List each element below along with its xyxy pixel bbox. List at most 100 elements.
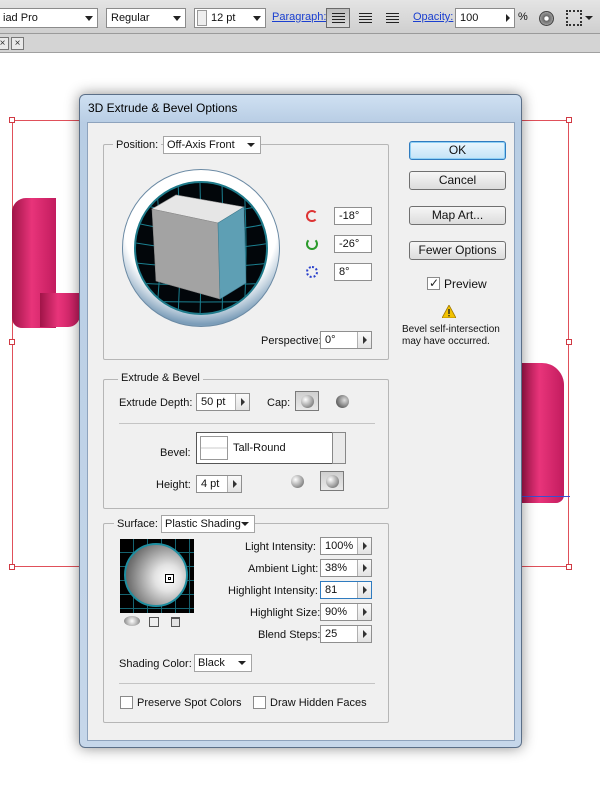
align-center-button[interactable] (353, 8, 377, 28)
blend-steps-label: Blend Steps: (258, 629, 321, 641)
shading-color-label: Shading Color: (119, 658, 192, 670)
bevel-select[interactable]: Tall-Round (196, 432, 346, 464)
surface-label: Surface: (114, 518, 161, 530)
bevel-in-button[interactable] (320, 471, 344, 491)
chevron-right-icon[interactable] (235, 394, 249, 410)
position-select[interactable]: Off-Axis Front (163, 136, 261, 154)
bevel-select-value: Tall-Round (233, 442, 286, 454)
selection-handle[interactable] (566, 117, 572, 123)
selection-handle[interactable] (9, 117, 15, 123)
align-center-icon (359, 13, 372, 23)
new-light-icon[interactable] (149, 617, 159, 627)
highlight-size-input[interactable]: 90% (320, 603, 372, 621)
cancel-button[interactable]: Cancel (409, 171, 506, 190)
control-bar: iad Pro Regular 12 pt Paragraph: Opacity… (0, 0, 600, 34)
perspective-label: Perspective: (261, 335, 322, 347)
perspective-value: 0° (325, 334, 336, 346)
paragraph-link[interactable]: Paragraph: (272, 11, 326, 23)
extrude-depth-input[interactable]: 50 pt (196, 393, 250, 411)
document-tab-bar: × × (0, 34, 600, 53)
chevron-right-icon[interactable] (357, 604, 371, 620)
ambient-light-label: Ambient Light: (248, 563, 319, 575)
chevron-right-icon[interactable] (357, 626, 371, 642)
recolor-icon[interactable] (539, 11, 554, 26)
font-family-value: iad Pro (3, 12, 38, 24)
height-input[interactable]: 4 pt (196, 475, 242, 493)
chevron-down-icon (247, 143, 255, 147)
shading-color-select[interactable]: Black (194, 654, 252, 672)
opacity-input[interactable]: 100 (455, 8, 515, 28)
selection-handle[interactable] (9, 564, 15, 570)
highlight-intensity-input[interactable]: 81 (320, 581, 372, 599)
chevron-right-icon[interactable] (357, 538, 371, 554)
font-style-dropdown[interactable]: Regular (106, 8, 186, 28)
chevron-down-icon[interactable] (332, 432, 346, 464)
chevron-right-icon[interactable] (357, 332, 371, 348)
ambient-light-input[interactable]: 38% (320, 559, 372, 577)
ok-button[interactable]: OK (409, 141, 506, 160)
chevron-down-icon (241, 522, 249, 526)
trackball-sphere[interactable] (134, 181, 268, 315)
chevron-down-icon (253, 16, 261, 21)
bevel-out-button[interactable] (285, 471, 309, 491)
align-right-button[interactable] (380, 8, 404, 28)
divider (119, 423, 375, 424)
light-intensity-value: 100% (325, 540, 354, 552)
rotate-x-input[interactable]: -18° (334, 207, 372, 225)
position-select-value: Off-Axis Front (167, 139, 235, 151)
move-light-back-icon[interactable] (124, 616, 140, 626)
transform-icon[interactable] (566, 10, 582, 26)
chevron-right-icon[interactable] (506, 14, 510, 22)
align-left-button[interactable] (326, 8, 350, 28)
dialog-body: Position: Off-Axis Front -18° -26° 8° Pe… (87, 122, 515, 741)
blend-steps-input[interactable]: 25 (320, 625, 372, 643)
chevron-down-icon[interactable] (585, 16, 593, 20)
align-right-icon (386, 13, 399, 23)
rotation-trackball[interactable] (122, 169, 280, 327)
chevron-right-icon[interactable] (357, 582, 371, 598)
warning-icon (442, 305, 456, 318)
preview-label: Preview (444, 277, 487, 291)
lit-sphere (124, 543, 188, 607)
draw-hidden-faces-checkbox[interactable] (253, 696, 266, 709)
fewer-options-button[interactable]: Fewer Options (409, 241, 506, 260)
selection-handle[interactable] (566, 339, 572, 345)
font-size-dropdown[interactable]: 12 pt (194, 8, 266, 28)
selection-handle[interactable] (9, 339, 15, 345)
cap-off-button[interactable] (330, 391, 354, 411)
chevron-right-icon[interactable] (357, 560, 371, 576)
baseline-guide (522, 496, 570, 497)
perspective-input[interactable]: 0° (320, 331, 372, 349)
opacity-link[interactable]: Opacity: (413, 11, 453, 23)
preview-checkbox[interactable] (427, 276, 440, 290)
bevel-shape-icon (200, 436, 228, 460)
map-art-button[interactable]: Map Art... (409, 206, 506, 225)
selection-handle[interactable] (566, 564, 572, 570)
warning-message: Bevel self-intersection may have occurre… (402, 324, 500, 347)
preserve-spot-colors-checkbox[interactable] (120, 696, 133, 709)
preserve-spot-colors-label: Preserve Spot Colors (137, 697, 242, 709)
light-intensity-input[interactable]: 100% (320, 537, 372, 555)
lighting-sphere-preview[interactable] (120, 539, 194, 613)
light-source-handle[interactable] (165, 574, 174, 583)
font-family-dropdown[interactable]: iad Pro (0, 8, 98, 28)
light-intensity-label: Light Intensity: (245, 541, 316, 553)
cap-off-icon (336, 395, 349, 408)
font-size-value: 12 pt (211, 12, 236, 24)
cap-on-button[interactable] (295, 391, 319, 411)
rotate-z-input[interactable]: 8° (334, 263, 372, 281)
extruded-letter-right (520, 363, 564, 503)
surface-select[interactable]: Plastic Shading (161, 515, 255, 533)
rotate-y-input[interactable]: -26° (334, 235, 372, 253)
align-left-icon (332, 13, 345, 23)
chevron-right-icon[interactable] (227, 476, 241, 492)
close-icon[interactable]: × (0, 37, 9, 50)
bevel-out-icon (291, 475, 304, 488)
blend-steps-value: 25 (325, 628, 338, 640)
shading-color-value: Black (198, 657, 225, 669)
close-icon[interactable]: × (11, 37, 24, 50)
extrude-bevel-group-label: Extrude & Bevel (118, 372, 203, 384)
delete-light-icon[interactable] (171, 617, 180, 627)
stepper-icon[interactable] (197, 10, 207, 26)
height-value: 4 pt (201, 478, 220, 490)
